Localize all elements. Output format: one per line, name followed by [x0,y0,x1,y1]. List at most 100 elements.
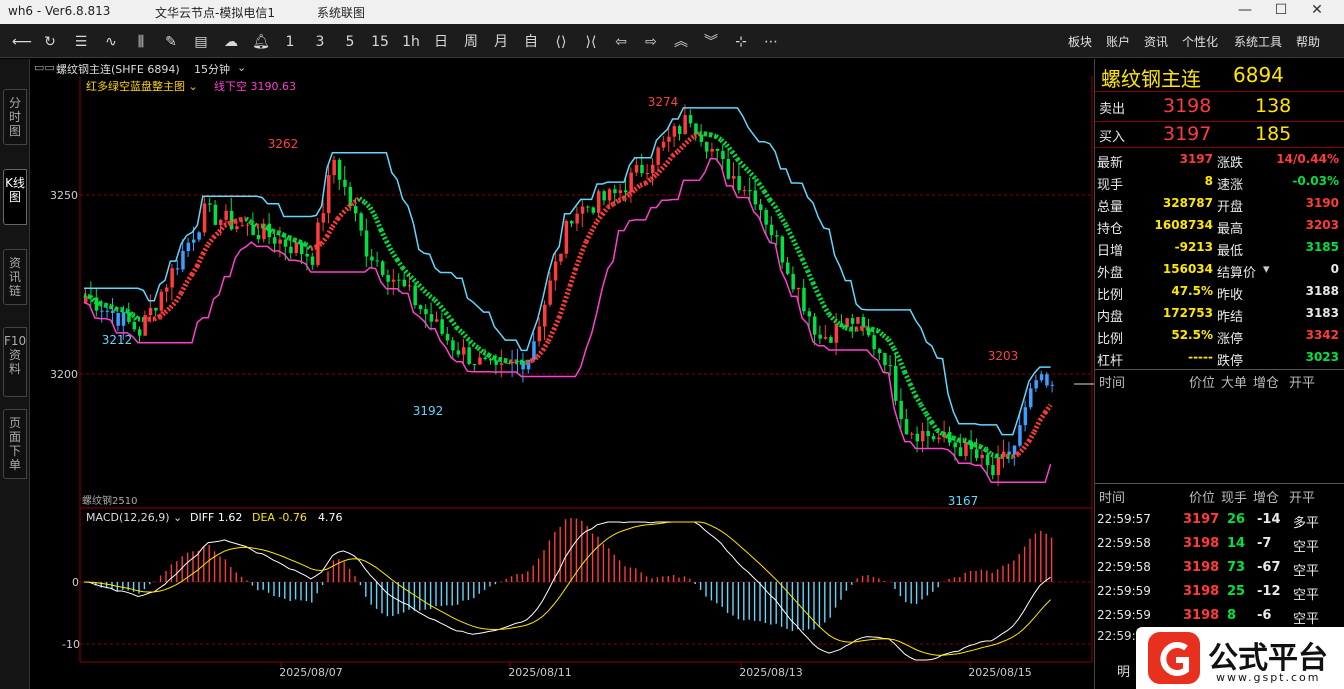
period-month[interactable]: 月 [490,32,512,52]
candle-body [645,172,650,174]
candle-body [186,242,191,251]
candle-body [559,253,563,262]
stat-value: 8 [1204,174,1213,188]
stat-value: 3190 [1305,196,1339,210]
kline-chart[interactable]: 分析家公式网www.70822.com 分析家公式网www.70822.com … [30,59,1094,689]
period-day[interactable]: 日 [430,32,452,52]
candle-body [235,226,239,230]
date-label: 2025/08/07 [279,666,342,679]
candle-body [802,287,806,312]
bid-row[interactable]: 买入 3197 185 [1095,123,1344,149]
candle-body [926,430,930,437]
zoom-out-icon[interactable]: ⟩⟨ [580,32,602,52]
stat-row: 持仓 1608734 最高 3203 [1095,215,1344,237]
tab-kline[interactable]: K线图 [3,169,27,225]
candle-body [132,321,137,330]
candle-body [672,126,677,137]
bid-volume: 185 [1255,123,1292,145]
period-week[interactable]: 周 [460,32,482,52]
settle-dropdown-icon[interactable]: ▾ [1263,262,1270,277]
stat-label: 结算价 [1217,266,1257,281]
ask-row[interactable]: 卖出 3198 138 [1095,95,1344,121]
candle-body [780,236,785,263]
down-chevron-icon[interactable]: ︾ [700,32,722,52]
stat-value: 47.5% [1171,284,1213,298]
ask-label: 卖出 [1099,102,1126,117]
trade-col: 增仓 [1253,491,1280,506]
candle-body [240,225,245,227]
refresh-icon[interactable]: ↻ [40,32,60,52]
chart-menu-icon[interactable]: ▭▭ [34,61,55,74]
stat-value: 328787 [1162,196,1213,210]
tab-order[interactable]: 页面下单 [3,409,27,479]
close-button[interactable]: ✕ [1302,2,1332,22]
chevron-down-icon[interactable]: ⌄ [237,61,246,74]
candle-body [553,261,558,281]
cross-icon[interactable]: ⊹ [730,32,752,52]
custom-period-icon[interactable]: 自 [520,32,542,52]
cloud-icon[interactable]: ☁ [220,32,242,52]
tab-f10[interactable]: F10资料 [3,327,27,397]
menu-tools[interactable]: 系统工具 [1234,33,1282,50]
menu-personalize[interactable]: 个性化 [1182,33,1218,50]
stat-label: 杠杆 [1097,354,1124,369]
minimize-button[interactable]: — [1230,2,1260,22]
chart-grid [30,59,1094,689]
trade-row: 22:59:59 3198 25 -12 空平 [1095,581,1344,603]
candle-body [472,364,477,366]
stat-value: 3342 [1305,328,1339,342]
candle-body [775,235,779,237]
candle-body [953,442,957,448]
stat-row: 比例 47.5% 昨收 3188 [1095,281,1344,303]
detail-tab[interactable]: 明 [1117,661,1130,680]
stat-label: 最新 [1097,156,1124,171]
left-arrow-icon[interactable]: ⇦ [610,32,632,52]
stat-label: 速涨 [1217,178,1244,193]
stat-value: 3183 [1305,306,1339,320]
draw-icon[interactable]: ✎ [160,32,182,52]
stat-label: 持仓 [1097,222,1124,237]
menu-help[interactable]: 帮助 [1296,33,1320,50]
candle-icon[interactable]: ⫼ [130,32,152,52]
bell-icon[interactable]: 🔔︎ [250,32,272,52]
candle-body [618,190,623,194]
candle-body [667,136,671,142]
zoom-in-icon[interactable]: ⟨⟩ [550,32,572,52]
candle-body [105,310,110,312]
candle-body [796,287,801,290]
list-icon[interactable]: ☰ [70,32,92,52]
menu-news[interactable]: 资讯 [1144,33,1168,50]
period-1[interactable]: 1 [280,32,300,52]
up-chevron-icon[interactable]: ︽ [670,32,692,52]
candle-body [791,273,795,290]
price-annotation: 3274 [648,95,679,109]
candle-body [148,307,153,316]
stat-value: 3185 [1305,240,1339,254]
candle-body [726,158,731,179]
period-3[interactable]: 3 [310,32,330,52]
tab-timeshare[interactable]: 分时图 [3,89,27,145]
tab-news-chain[interactable]: 资讯链 [3,249,27,305]
menu-sector[interactable]: 板块 [1068,33,1092,50]
line-chart-icon[interactable]: ∿ [100,32,122,52]
candle-body [170,268,174,288]
menu-account[interactable]: 账户 [1106,33,1130,50]
gspt-logo: 公式平台 www.gspt.com [1136,627,1344,689]
maximize-button[interactable]: ☐ [1266,2,1296,22]
period-15[interactable]: 15 [368,32,392,52]
more-icon[interactable]: ⋯ [760,32,782,52]
period-5[interactable]: 5 [340,32,360,52]
candle-body [921,430,925,442]
candle-body [332,159,336,176]
candle-body [564,220,569,254]
candle-body [418,305,423,310]
back-icon[interactable]: ⟵ [12,32,32,52]
period-1h[interactable]: 1h [400,32,422,52]
bid-price: 3197 [1163,123,1212,145]
candle-body [321,213,326,223]
stat-label: 涨停 [1217,332,1244,347]
indicator-icon[interactable]: ▤ [190,32,212,52]
right-arrow-icon[interactable]: ⇨ [640,32,662,52]
chart-period[interactable]: 15分钟 [194,61,230,77]
window-title: 系统联图 [317,6,366,20]
